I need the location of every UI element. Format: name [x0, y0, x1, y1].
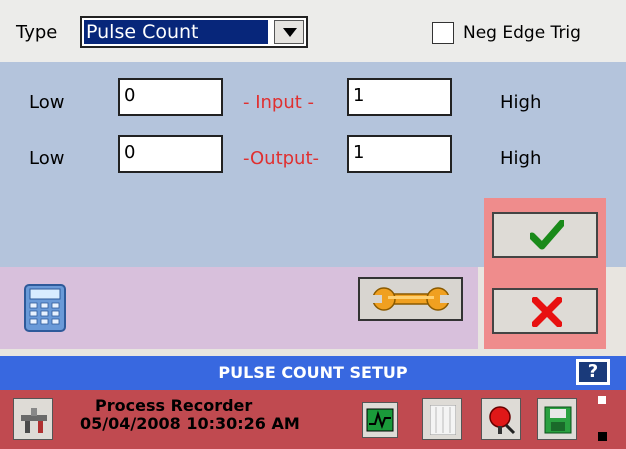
checkmark-icon	[530, 220, 564, 250]
chart-button[interactable]	[362, 402, 398, 438]
cancel-x-icon	[532, 297, 562, 327]
chevron-down-icon	[283, 28, 297, 37]
app-name: Process Recorder	[95, 396, 253, 415]
date-time: 05/04/2008 10:30:26 AM	[80, 414, 300, 433]
wrench-icon	[372, 287, 450, 311]
confirm-panel	[484, 198, 606, 349]
save-button[interactable]	[537, 398, 577, 440]
tools-panel	[0, 267, 478, 349]
output-low-label: Low	[29, 148, 65, 169]
neg-edge-trig-label: Neg Edge Trig	[463, 23, 581, 43]
help-icon: ?	[579, 362, 607, 382]
status-indicator-bottom	[598, 432, 607, 441]
output-high-label: High	[500, 148, 542, 169]
save-icon	[544, 406, 572, 434]
output-range-label: -Output-	[243, 148, 320, 169]
input-high-label: High	[500, 92, 542, 113]
ok-button[interactable]	[492, 212, 598, 258]
output-high-field[interactable]: 1	[347, 135, 452, 173]
type-dropdown-button[interactable]	[274, 20, 304, 44]
type-select-value: Pulse Count	[84, 20, 268, 44]
status-bar: Process Recorder 05/04/2008 10:30:26 AM	[0, 390, 626, 449]
help-button[interactable]: ?	[576, 359, 610, 385]
input-high-field[interactable]: 1	[347, 78, 452, 116]
type-row: Type Pulse Count Neg Edge Trig	[0, 0, 626, 62]
page-title: PULSE COUNT SETUP	[218, 363, 408, 382]
grid-button[interactable]	[422, 398, 462, 440]
type-select[interactable]: Pulse Count	[80, 16, 308, 48]
calculator-icon[interactable]	[24, 284, 66, 332]
input-range-label: - Input -	[243, 92, 315, 113]
wrench-button[interactable]	[358, 277, 463, 321]
neg-edge-trig-checkbox[interactable]	[432, 22, 454, 44]
type-label: Type	[16, 22, 58, 43]
tools-icon	[21, 408, 47, 433]
status-indicator-top	[598, 396, 606, 404]
grid-icon	[430, 405, 456, 435]
tools-button[interactable]	[13, 398, 53, 440]
alarm-icon	[489, 406, 516, 435]
input-low-field[interactable]: 0	[118, 78, 223, 116]
input-low-label: Low	[29, 92, 65, 113]
output-low-field[interactable]: 0	[118, 135, 223, 173]
alarm-button[interactable]	[481, 398, 521, 440]
title-bar: PULSE COUNT SETUP ?	[0, 356, 626, 390]
chart-icon	[366, 408, 394, 432]
cancel-button[interactable]	[492, 288, 598, 334]
